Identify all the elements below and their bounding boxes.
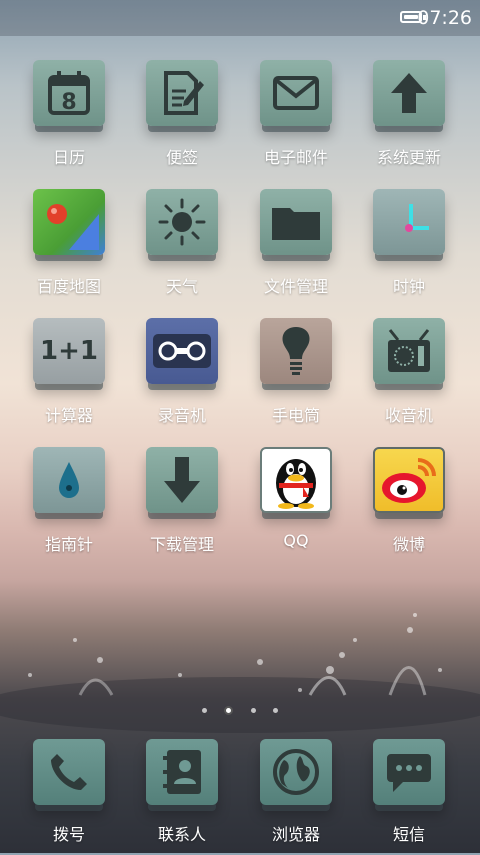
contacts-icon bbox=[146, 739, 218, 805]
folder-icon bbox=[260, 189, 332, 255]
compass-icon bbox=[33, 447, 105, 513]
app-calendar[interactable]: 8 日历 bbox=[14, 56, 124, 176]
status-time: 07:26 bbox=[417, 7, 472, 29]
calculator-icon: 1+1 bbox=[33, 318, 105, 384]
notes-icon bbox=[146, 60, 218, 126]
app-label: 日历 bbox=[52, 148, 85, 167]
download-icon bbox=[146, 447, 218, 513]
page-dot[interactable] bbox=[272, 708, 278, 713]
app-flashlight[interactable]: 手电筒 bbox=[241, 314, 351, 434]
background-water-splash bbox=[0, 613, 480, 733]
dock-browser[interactable]: 浏览器 bbox=[241, 735, 351, 855]
app-qq[interactable]: QQ bbox=[241, 443, 351, 563]
dock-dialer[interactable]: 拨号 bbox=[14, 735, 124, 855]
app-row: 1+1 计算器 录音机 手电筒 收音机 bbox=[0, 314, 480, 443]
flashlight-icon bbox=[260, 318, 332, 384]
app-row: 8 日历 便签 电子邮件 系统更新 bbox=[0, 56, 480, 185]
app-label: QQ bbox=[283, 531, 309, 550]
app-label: 便签 bbox=[165, 148, 198, 167]
dock-contacts[interactable]: 联系人 bbox=[127, 735, 237, 855]
app-baidu-map[interactable]: 百度地图 bbox=[14, 185, 124, 305]
app-row: 百度地图 天气 文件管理 时钟 bbox=[0, 185, 480, 314]
status-bar: 07:26 bbox=[0, 0, 480, 36]
app-notes[interactable]: 便签 bbox=[127, 56, 237, 176]
radio-icon bbox=[373, 318, 445, 384]
app-label: 时钟 bbox=[392, 277, 425, 296]
app-label: 系统更新 bbox=[376, 148, 441, 167]
app-label: 计算器 bbox=[44, 406, 93, 425]
page-indicator bbox=[0, 700, 480, 715]
qq-penguin-icon bbox=[260, 447, 332, 513]
app-system-update[interactable]: 系统更新 bbox=[354, 56, 464, 176]
app-clock[interactable]: 时钟 bbox=[354, 185, 464, 305]
app-label: 浏览器 bbox=[271, 825, 320, 844]
page-dot[interactable] bbox=[202, 708, 208, 713]
app-radio[interactable]: 收音机 bbox=[354, 314, 464, 434]
app-label: 电子邮件 bbox=[263, 148, 328, 167]
app-weather[interactable]: 天气 bbox=[127, 185, 237, 305]
app-label: 百度地图 bbox=[36, 277, 101, 296]
app-email[interactable]: 电子邮件 bbox=[241, 56, 351, 176]
app-download-manager[interactable]: 下载管理 bbox=[127, 443, 237, 563]
message-icon bbox=[373, 739, 445, 805]
dock: 拨号 联系人 浏览器 短信 bbox=[0, 735, 480, 853]
app-file-manager[interactable]: 文件管理 bbox=[241, 185, 351, 305]
map-icon bbox=[33, 189, 105, 255]
clock-icon bbox=[373, 189, 445, 255]
phone-icon bbox=[33, 739, 105, 805]
app-label: 微博 bbox=[392, 535, 425, 554]
weibo-icon bbox=[373, 447, 445, 513]
app-recorder[interactable]: 录音机 bbox=[127, 314, 237, 434]
cassette-icon bbox=[146, 318, 218, 384]
app-label: 短信 bbox=[392, 825, 425, 844]
app-label: 收音机 bbox=[384, 406, 433, 425]
globe-icon bbox=[260, 739, 332, 805]
page-dot-active[interactable] bbox=[224, 706, 234, 715]
app-weibo[interactable]: 微博 bbox=[354, 443, 464, 563]
update-arrow-icon bbox=[373, 60, 445, 126]
svg-text:8: 8 bbox=[61, 90, 76, 115]
app-calculator[interactable]: 1+1 计算器 bbox=[14, 314, 124, 434]
calendar-icon: 8 bbox=[33, 60, 105, 126]
app-label: 下载管理 bbox=[149, 535, 214, 554]
app-compass[interactable]: 指南针 bbox=[14, 443, 124, 563]
mail-icon bbox=[260, 60, 332, 126]
app-label: 天气 bbox=[165, 277, 198, 296]
app-label: 联系人 bbox=[157, 825, 206, 844]
calculator-text: 1+1 bbox=[40, 336, 98, 366]
app-label: 文件管理 bbox=[263, 277, 328, 296]
dock-messages[interactable]: 短信 bbox=[354, 735, 464, 855]
app-label: 拨号 bbox=[52, 825, 85, 844]
app-grid: 8 日历 便签 电子邮件 系统更新 百度地图 天气 文件管理 时钟 1+1 计算… bbox=[0, 56, 480, 572]
weather-sun-icon bbox=[146, 189, 218, 255]
app-row: 指南针 下载管理 QQ 微博 bbox=[0, 443, 480, 572]
app-label: 录音机 bbox=[157, 406, 206, 425]
page-dot[interactable] bbox=[250, 708, 256, 713]
app-label: 手电筒 bbox=[271, 406, 320, 425]
app-label: 指南针 bbox=[44, 535, 93, 554]
